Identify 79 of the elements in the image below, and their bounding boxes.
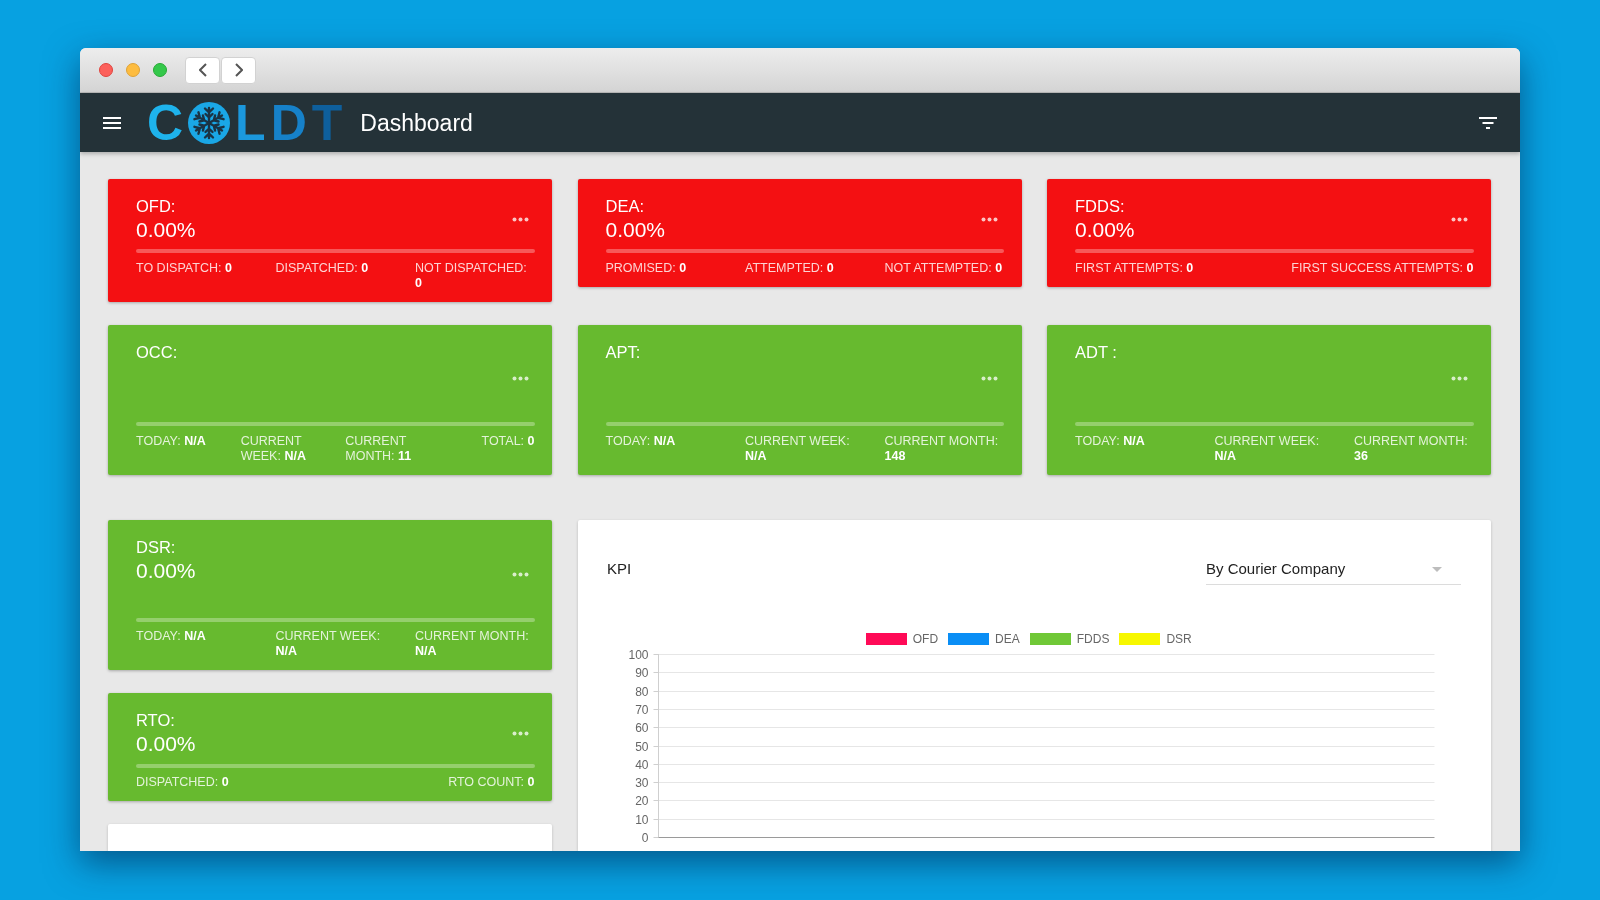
stat-text: ATTEMPTED: 0 — [745, 260, 835, 276]
snowflake-icon — [188, 101, 231, 144]
metric-value: 0.00% — [136, 731, 196, 757]
caret-icon — [1432, 566, 1442, 572]
filter-icon[interactable] — [1479, 116, 1497, 129]
stat-text: CURRENT WEEK: N/A — [240, 433, 307, 464]
dropdown[interactable]: By Courier Company — [1206, 558, 1461, 585]
stat-text: CURRENT MONTH: 36 — [1354, 433, 1469, 464]
axis-tick-label: 100 — [627, 648, 648, 662]
back-button[interactable] — [185, 56, 220, 84]
card-title: RTO: — [136, 710, 175, 730]
stat-text: DISPATCHED: 0 — [275, 260, 370, 277]
more-icon[interactable] — [511, 571, 529, 577]
stat-text: DISPATCHED: 0 — [136, 775, 230, 790]
close-icon[interactable] — [99, 63, 113, 77]
more-icon[interactable] — [511, 216, 529, 222]
more-icon[interactable] — [981, 216, 998, 222]
axis-tick-label: 90 — [634, 665, 648, 680]
page-title: Dashboard — [360, 108, 473, 137]
stat-text: NOT DISPATCHED: 0 — [415, 260, 528, 291]
stat-text: TODAY: N/A — [605, 433, 677, 450]
stat-text: FIRST ATTEMPTS: 0 — [1075, 260, 1195, 276]
legend-label[interactable]: DEA — [995, 632, 1020, 646]
panel-title: KPI — [607, 559, 632, 579]
axis-tick-label: 10 — [634, 812, 648, 827]
stat-text: RTO COUNT: 0 — [448, 775, 535, 790]
axis-tick-label: 50 — [634, 739, 648, 754]
card-title: FDDS: — [1075, 195, 1125, 216]
stat-text: CURRENT WEEK: N/A — [745, 433, 851, 464]
stat-text: CURRENT MONTH: 148 — [884, 433, 1000, 464]
axis-tick-label: 60 — [634, 720, 648, 735]
more-icon[interactable] — [1450, 376, 1468, 381]
stat-text: TO DISPATCH: 0 — [136, 260, 233, 277]
chevron-left-icon — [198, 63, 207, 77]
card-title: ADT : — [1075, 341, 1117, 362]
card-title: OFD: — [136, 195, 176, 216]
card-title: DSR: — [136, 537, 176, 557]
stat-text: TODAY: N/A — [136, 629, 207, 645]
legend-label[interactable]: OFD — [912, 632, 939, 646]
axis-tick-label: 80 — [634, 684, 648, 699]
axis-tick-label: 30 — [634, 775, 648, 790]
chevron-right-icon — [234, 63, 243, 77]
metric-value: 0.00% — [605, 216, 666, 243]
metric-value: 0.00% — [136, 216, 196, 243]
legend-label[interactable]: DSR — [1166, 632, 1192, 646]
menu-icon[interactable] — [103, 116, 121, 129]
stat-text: TODAY: N/A — [136, 433, 207, 450]
stat-text: FIRST SUCCESS ATTEMPTS: 0 — [1291, 260, 1474, 276]
logo-text: LDT — [235, 97, 348, 148]
swatch-icon[interactable] — [1029, 633, 1071, 645]
maximize-icon[interactable] — [153, 63, 167, 77]
axis-tick-label: 40 — [634, 757, 648, 772]
logo-text: C — [147, 97, 189, 148]
stat-text: CURRENT WEEK: N/A — [1214, 433, 1321, 464]
swatch-icon[interactable] — [948, 633, 990, 645]
stat-text: CURRENT MONTH: 11 — [345, 433, 413, 464]
stat-text: CURRENT MONTH: N/A — [415, 629, 530, 659]
swatch-icon[interactable] — [1119, 633, 1161, 645]
axis-tick-label: 0 — [641, 830, 648, 845]
swatch-icon[interactable] — [865, 633, 907, 645]
legend-label[interactable]: FDDS — [1076, 632, 1110, 646]
card-title: APT: — [605, 341, 641, 362]
stat-text: TOTAL: 0 — [481, 433, 535, 450]
card-title: DEA: — [605, 195, 644, 216]
axis-tick-label: 20 — [634, 793, 648, 808]
forward-button[interactable] — [221, 56, 256, 84]
more-icon[interactable] — [1450, 216, 1468, 222]
more-icon[interactable] — [981, 376, 998, 381]
minimize-icon[interactable] — [126, 63, 140, 77]
card-title: OCC: — [136, 341, 178, 362]
more-icon[interactable] — [511, 731, 529, 736]
metric-value: 0.00% — [1075, 216, 1135, 243]
axis-tick-label: 70 — [634, 702, 648, 717]
more-icon[interactable] — [511, 376, 529, 381]
metric-value: 0.00% — [136, 558, 196, 584]
stat-text: CURRENT WEEK: N/A — [275, 629, 382, 659]
stat-text: TODAY: N/A — [1075, 433, 1146, 450]
stat-text: PROMISED: 0 — [605, 260, 688, 276]
stat-text: NOT ATTEMPTED: 0 — [884, 260, 1004, 276]
